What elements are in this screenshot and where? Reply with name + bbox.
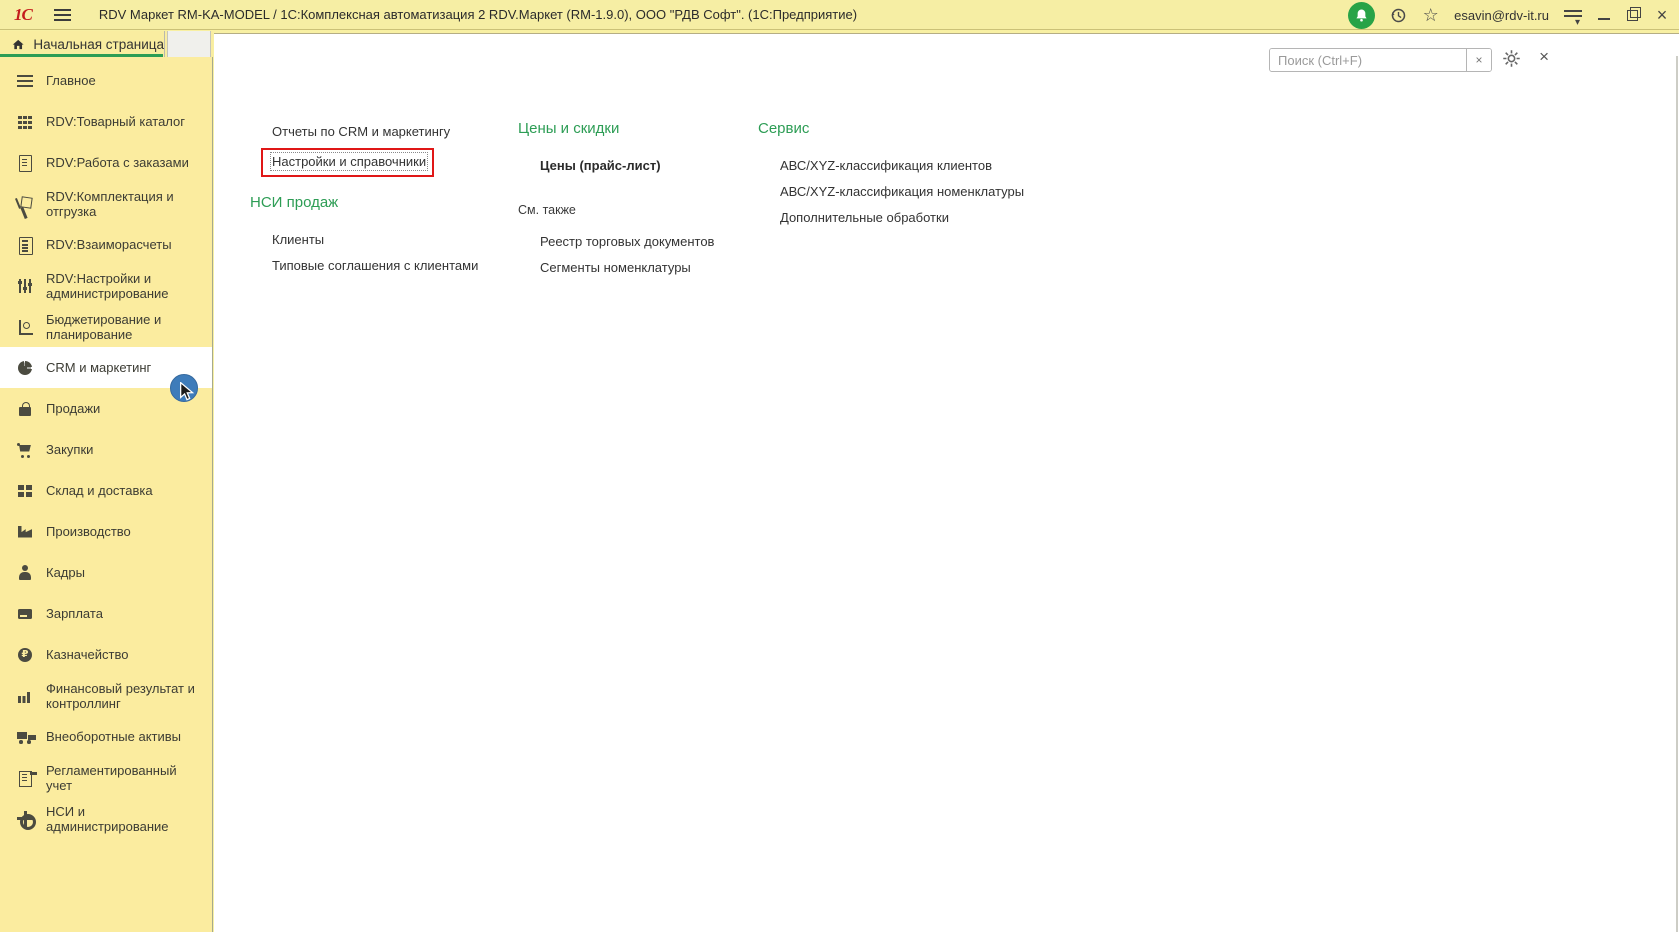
sidebar-item[interactable]: Казначейство xyxy=(0,634,212,675)
sidebar-item[interactable]: Главное xyxy=(0,60,212,101)
search-box: × xyxy=(1269,48,1492,72)
sidebar-item[interactable]: RDV:Настройки и администрирование xyxy=(0,265,212,306)
sidebar-item[interactable]: НСИ и администрирование xyxy=(0,798,212,839)
menu-section-header: Цены и скидки xyxy=(518,120,620,137)
menu-item[interactable]: Сегменты номенклатуры xyxy=(518,258,743,278)
barchart-icon xyxy=(16,687,34,705)
register-icon xyxy=(16,769,34,787)
tab-stub xyxy=(167,31,211,58)
menu-column: Цены и скидки Цены (прайс-лист) См. также Р… xyxy=(518,34,743,284)
sidebar-item[interactable]: Склад и доставка xyxy=(0,470,212,511)
menu-item[interactable]: Типовые соглашения с клиентами xyxy=(250,256,490,276)
menu-section-header: См. также xyxy=(518,203,576,217)
close-window-button[interactable]: × xyxy=(1655,6,1669,24)
sidebar-item[interactable]: Регламентированный учет xyxy=(0,757,212,798)
warehouse-icon xyxy=(16,482,34,500)
home-icon xyxy=(12,39,24,49)
menu-item[interactable]: Отчеты по CRM и маркетингу xyxy=(250,122,490,142)
sidebar-item[interactable]: RDV:Товарный каталог xyxy=(0,101,212,142)
favorites-star-icon[interactable]: ☆ xyxy=(1422,6,1439,24)
sidebar: Главное RDV:Товарный каталог RDV:Работа … xyxy=(0,57,213,932)
gear-icon xyxy=(16,810,36,830)
sidebar-item[interactable]: Финансовый результат и контроллинг xyxy=(0,675,212,716)
panel-close-icon[interactable]: × xyxy=(1539,47,1549,67)
factory-icon xyxy=(16,523,34,541)
catalog-grid-icon xyxy=(16,113,34,131)
menu-section-header: НСИ продаж xyxy=(250,194,339,211)
annotation-red-box: Настройки и справочники xyxy=(261,148,435,177)
scrollbar-strip[interactable] xyxy=(1676,56,1678,932)
menu-item[interactable]: АВС/XYZ-классификация номенклатуры xyxy=(758,182,1048,202)
window-title: RDV Маркет RM-KA-MODEL / 1С:Комплексная … xyxy=(98,7,858,22)
tab-home-label: Начальная страница xyxy=(33,36,164,52)
menu-item[interactable]: Цены (прайс-лист) xyxy=(518,156,743,176)
notifications-button[interactable] xyxy=(1348,1,1376,29)
chart-axis-icon xyxy=(16,318,34,336)
menu-item[interactable]: АВС/XYZ-классификация клиентов xyxy=(758,156,1048,176)
sidebar-item[interactable]: RDV:Комплектация и отгрузка xyxy=(0,183,212,224)
user-email[interactable]: esavin@rdv-it.ru xyxy=(1454,8,1549,23)
search-clear-button[interactable]: × xyxy=(1466,49,1491,71)
minimize-button[interactable] xyxy=(1597,8,1611,22)
menu-column: Сервис АВС/XYZ-классификация клиентов АВС/… xyxy=(758,34,1048,234)
handtruck-icon xyxy=(16,195,34,213)
sidebar-item[interactable]: RDV:Работа с заказами xyxy=(0,142,212,183)
panel-settings-gear-icon[interactable] xyxy=(1502,49,1521,68)
titlebar: 1С RDV Маркет RM-KA-MODEL / 1С:Комплексн… xyxy=(0,0,1679,30)
maximize-button[interactable] xyxy=(1626,7,1641,22)
sidebar-item[interactable]: RDV:Взаиморасчеты xyxy=(0,224,212,265)
sidebar-item[interactable]: Закупки xyxy=(0,429,212,470)
sliders-icon xyxy=(16,277,34,295)
menu-item[interactable]: Настройки и справочники xyxy=(250,148,490,177)
menu-section-header: Сервис xyxy=(758,120,810,137)
search-input[interactable] xyxy=(1270,49,1466,71)
service-menu-icon[interactable]: ▾ xyxy=(1564,8,1582,28)
menu-item[interactable]: Дополнительные обработки xyxy=(758,208,1048,228)
sidebar-item[interactable]: Внеоборотные активы xyxy=(0,716,212,757)
menu-item[interactable]: Клиенты xyxy=(250,230,490,250)
bag-icon xyxy=(16,400,34,418)
history-icon[interactable] xyxy=(1390,7,1407,24)
crm-marketing-panel: × × Отчеты по CRM и маркетингу Настройки … xyxy=(214,33,1679,932)
1c-logo-icon: 1С xyxy=(14,4,33,24)
ruble-icon xyxy=(16,646,34,664)
tab-strip: Начальная страница xyxy=(0,31,213,58)
truck-icon xyxy=(16,728,34,746)
bell-icon xyxy=(1356,9,1367,21)
menu-column: Отчеты по CRM и маркетингу Настройки и сп… xyxy=(250,34,490,282)
cart-icon xyxy=(16,441,34,459)
sidebar-item[interactable]: Кадры xyxy=(0,552,212,593)
sidebar-item[interactable]: Зарплата xyxy=(0,593,212,634)
sidebar-item[interactable]: Бюджетирование и планирование xyxy=(0,306,212,347)
orders-doc-icon xyxy=(16,154,34,172)
person-icon xyxy=(16,564,34,582)
main-menu-icon[interactable] xyxy=(53,8,71,21)
mouse-cursor-icon xyxy=(180,382,195,401)
calculator-icon xyxy=(16,236,34,255)
menu-item-focused[interactable]: Настройки и справочники xyxy=(269,152,429,171)
pie-chart-icon xyxy=(16,359,34,377)
sidebar-item[interactable]: Производство xyxy=(0,511,212,552)
main-menu-icon xyxy=(16,72,34,90)
tab-home-page[interactable]: Начальная страница xyxy=(0,31,165,57)
card-icon xyxy=(16,605,34,623)
menu-item[interactable]: Реестр торговых документов xyxy=(518,232,743,252)
